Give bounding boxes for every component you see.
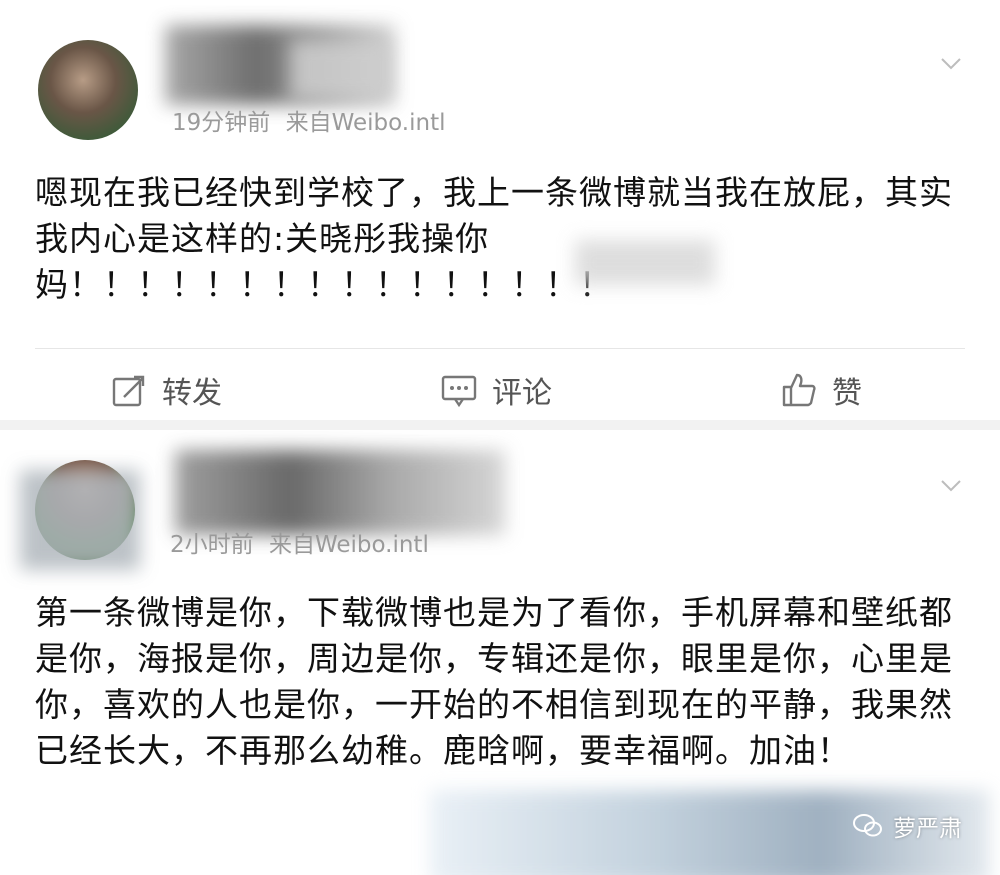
username-redacted xyxy=(175,450,505,535)
post-source: 来自Weibo.intl xyxy=(285,110,446,136)
post-text: 嗯现在我已经快到学校了，我上一条微博就当我在放屁，其实我内心是这样的:关晓彤我操… xyxy=(35,173,953,304)
post-meta: 19分钟前 来自Weibo.intl xyxy=(172,103,445,137)
wechat-icon xyxy=(853,814,882,837)
like-label: 赞 xyxy=(832,376,862,411)
chevron-down-icon[interactable] xyxy=(940,52,962,74)
divider xyxy=(35,348,965,349)
like-button[interactable]: 赞 xyxy=(780,365,862,415)
comment-label: 评论 xyxy=(492,376,552,411)
avatar[interactable] xyxy=(38,40,138,140)
post-meta: 2小时前 来自Weibo.intl xyxy=(170,525,429,559)
blur-patch xyxy=(20,470,140,570)
chevron-down-icon[interactable] xyxy=(940,474,962,496)
post-time: 19分钟前 xyxy=(172,110,271,136)
post-card: 2小时前 来自Weibo.intl 第一条微博是你，下载微博也是为了看你，手机屏… xyxy=(0,430,1000,875)
like-icon xyxy=(782,373,816,407)
post-text: 第一条微博是你，下载微博也是为了看你，手机屏幕和壁纸都是你，海报是你，周边是你，… xyxy=(35,593,953,770)
watermark: 萝严肃 xyxy=(853,809,962,843)
post-source: 来自Weibo.intl xyxy=(268,532,429,558)
repost-label: 转发 xyxy=(162,376,222,411)
comment-icon xyxy=(441,375,477,408)
repost-button[interactable]: 转发 xyxy=(110,365,222,415)
post-time: 2小时前 xyxy=(170,532,254,558)
watermark-text: 萝严肃 xyxy=(893,816,962,842)
comment-button[interactable]: 评论 xyxy=(440,365,552,415)
post-card: 19分钟前 来自Weibo.intl 嗯现在我已经快到学校了，我上一条微博就当我… xyxy=(0,0,1000,420)
blur-patch xyxy=(290,40,390,100)
text-redaction xyxy=(575,240,715,285)
repost-icon xyxy=(112,375,145,407)
